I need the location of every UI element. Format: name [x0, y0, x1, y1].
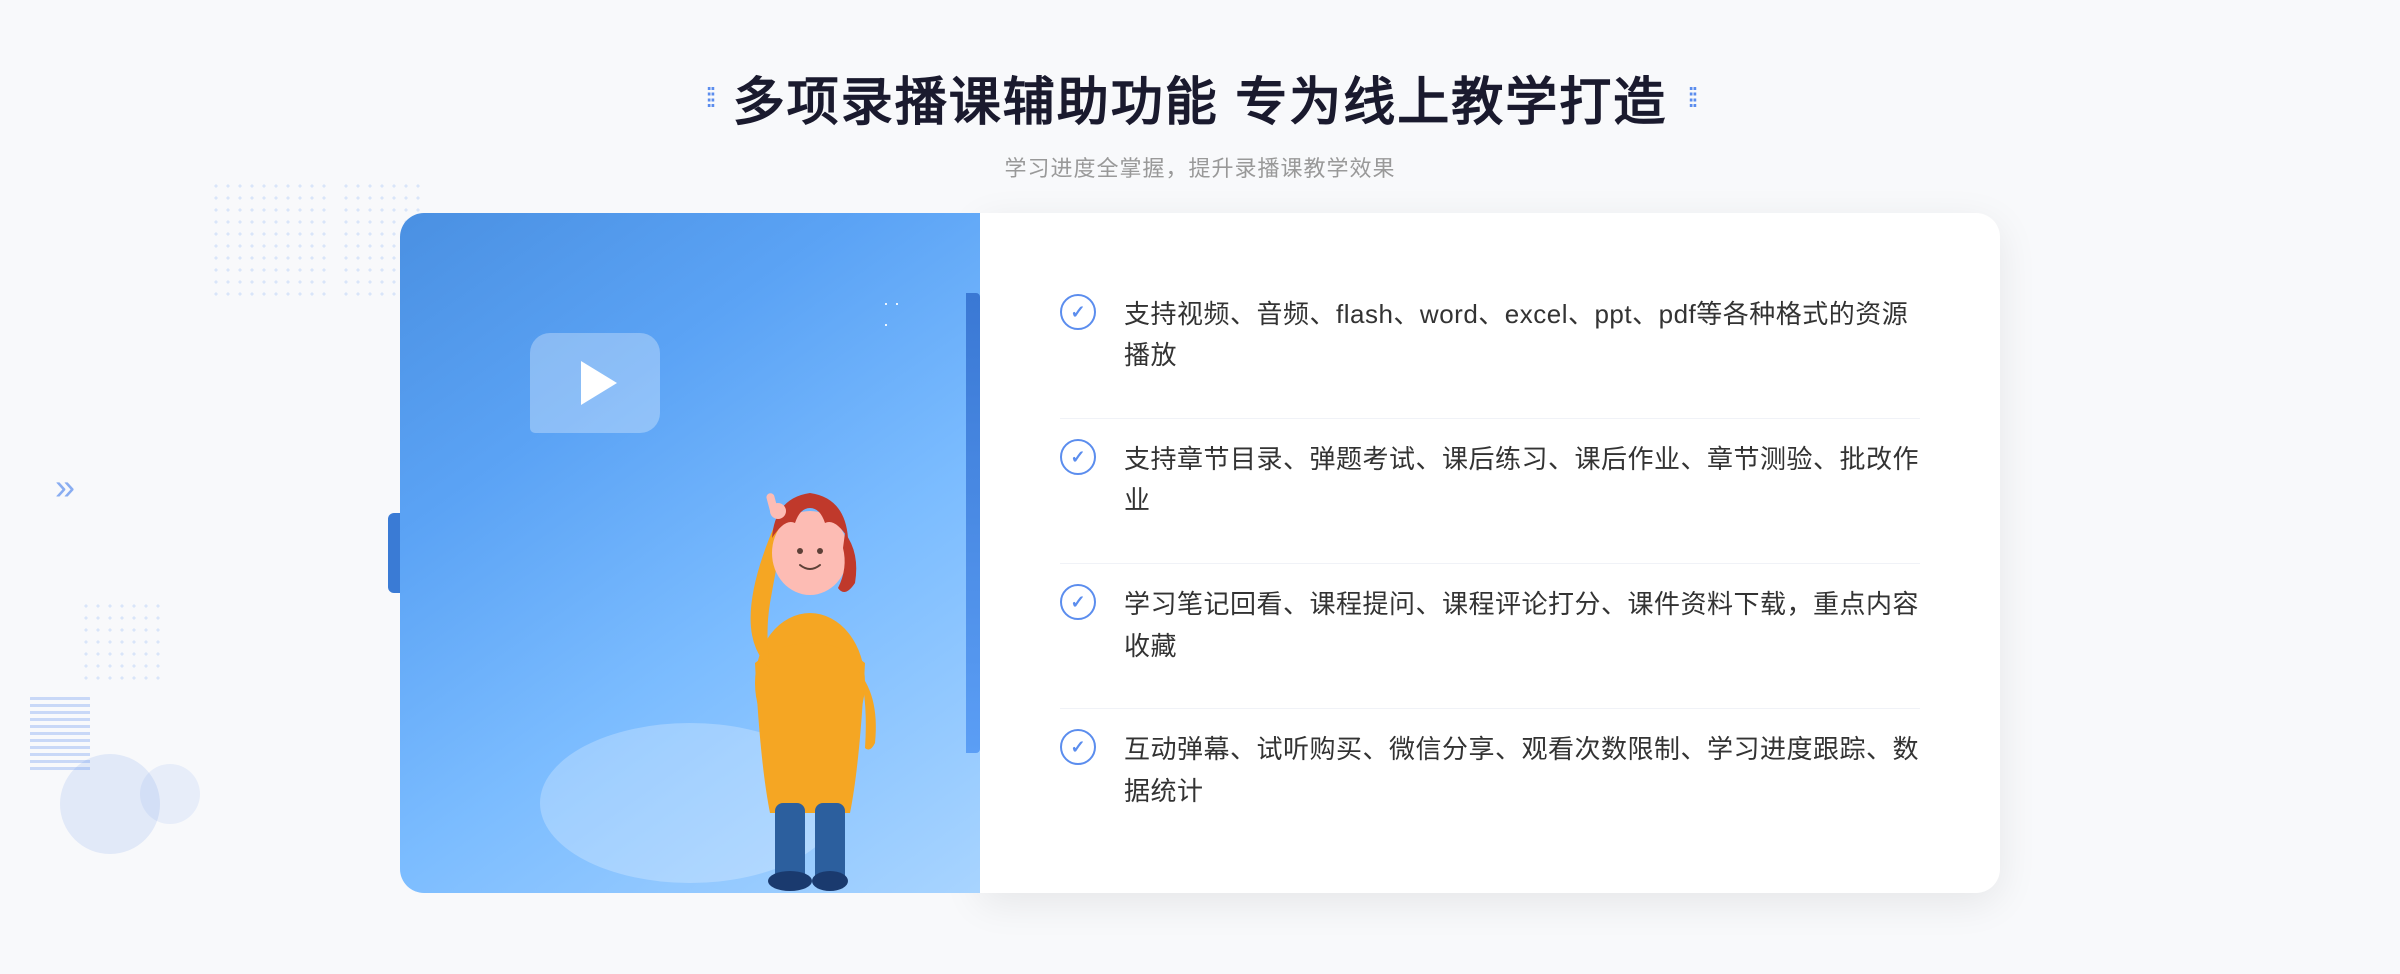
feature-text-2: 支持章节目录、弹题考试、课后练习、课后作业、章节测验、批改作业 [1124, 439, 1920, 522]
feature-item-1: ✓ 支持视频、音频、flash、word、excel、ppt、pdf等各种格式的… [1060, 274, 1920, 397]
circle-decoration-2 [140, 764, 200, 824]
title-wrapper: ⁞⁞ 多项录播课辅助功能 专为线上教学打造 ⁞⁞ [0, 60, 2400, 135]
play-bubble [530, 333, 660, 433]
page-left-arrows: » [55, 466, 75, 508]
stripe-decoration [30, 694, 90, 774]
blue-side-tab [388, 513, 400, 593]
feature-text-1: 支持视频、音频、flash、word、excel、ppt、pdf等各种格式的资源… [1124, 294, 1920, 377]
play-icon [581, 361, 617, 405]
check-circle-4: ✓ [1060, 729, 1096, 765]
main-content: · ·· [400, 213, 2000, 893]
check-icon-2: ✓ [1070, 448, 1085, 466]
page-subtitle: 学习进度全掌握，提升录播课教学效果 [0, 151, 2400, 183]
title-dots-right: ⁞⁞ [1687, 82, 1695, 114]
dot-pattern-3 [80, 600, 160, 680]
content-panel: ✓ 支持视频、音频、flash、word、excel、ppt、pdf等各种格式的… [980, 213, 2000, 893]
feature-item-3: ✓ 学习笔记回看、课程提问、课程评论打分、课件资料下载，重点内容收藏 [1060, 563, 1920, 687]
page-container: » ⁞⁞ 多项录播课辅助功能 专为线上教学打造 ⁞⁞ 学习进度全掌握，提升录播课… [0, 0, 2400, 974]
check-icon-4: ✓ [1070, 738, 1085, 756]
check-circle-2: ✓ [1060, 439, 1096, 475]
header-section: ⁞⁞ 多项录播课辅助功能 专为线上教学打造 ⁞⁞ 学习进度全掌握，提升录播课教学… [0, 0, 2400, 213]
person-illustration [660, 333, 960, 893]
title-dots-left: ⁞⁞ [705, 82, 713, 114]
feature-text-4: 互动弹幕、试听购买、微信分享、观看次数限制、学习进度跟踪、数据统计 [1124, 729, 1920, 812]
circle-decoration-1 [60, 754, 160, 854]
page-title: 多项录播课辅助功能 专为线上教学打造 [733, 60, 1667, 135]
feature-item-4: ✓ 互动弹幕、试听购买、微信分享、观看次数限制、学习进度跟踪、数据统计 [1060, 708, 1920, 832]
feature-item-2: ✓ 支持章节目录、弹题考试、课后练习、课后作业、章节测验、批改作业 [1060, 418, 1920, 542]
check-circle-3: ✓ [1060, 584, 1096, 620]
star-decoration: · ·· [883, 293, 900, 335]
check-circle-1: ✓ [1060, 294, 1096, 330]
check-icon-3: ✓ [1070, 593, 1085, 611]
check-icon-1: ✓ [1070, 303, 1085, 321]
vertical-bar [966, 293, 980, 753]
feature-text-3: 学习笔记回看、课程提问、课程评论打分、课件资料下载，重点内容收藏 [1124, 584, 1920, 667]
illustration-card: · ·· [400, 213, 980, 893]
